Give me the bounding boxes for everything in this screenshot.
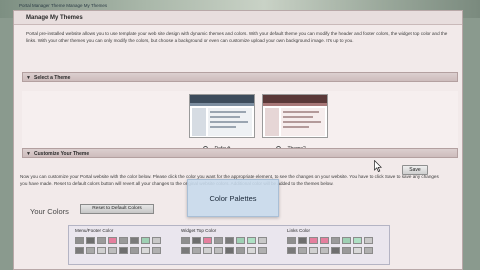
- color-swatch[interactable]: [86, 237, 95, 244]
- select-theme-label: Select a Theme: [34, 75, 71, 81]
- theme-thumbnail-theme2[interactable]: [262, 94, 328, 138]
- color-swatch[interactable]: [75, 237, 84, 244]
- color-swatch[interactable]: [320, 237, 329, 244]
- color-swatch[interactable]: [331, 237, 340, 244]
- palette-menu-footer: Menu/Footer Color: [75, 228, 163, 262]
- breadcrumb[interactable]: Portal Manager Theme Manage My Themes: [19, 3, 107, 8]
- color-swatch[interactable]: [320, 247, 329, 254]
- theme-selection-area: Default Theme2: [22, 91, 458, 155]
- swatch-row: [75, 237, 163, 244]
- theme-card-default[interactable]: Default: [189, 94, 255, 152]
- color-swatch[interactable]: [152, 237, 161, 244]
- color-swatch[interactable]: [298, 237, 307, 244]
- theme-card-theme2[interactable]: Theme2: [262, 94, 328, 152]
- color-swatch[interactable]: [225, 237, 234, 244]
- color-swatch[interactable]: [258, 247, 267, 254]
- color-swatch[interactable]: [192, 247, 201, 254]
- color-swatch[interactable]: [203, 237, 212, 244]
- intro-text: Portal pre-installed website allows you …: [26, 31, 448, 43]
- color-swatch[interactable]: [119, 247, 128, 254]
- swatch-row: [287, 247, 375, 254]
- palette-label: Links Color: [287, 228, 310, 233]
- your-colors-label: Your Colors: [30, 207, 69, 216]
- page-title-bar: Manage My Themes: [14, 11, 462, 25]
- color-swatch[interactable]: [353, 237, 362, 244]
- reset-default-colors-button[interactable]: Reset to Default Colors: [80, 204, 154, 214]
- palette-label: Menu/Footer Color: [75, 228, 114, 233]
- color-swatch[interactable]: [108, 237, 117, 244]
- select-theme-section-header[interactable]: ▼ Select a Theme: [22, 72, 458, 82]
- color-palettes-box: Menu/Footer Color Widget Top Color Links…: [68, 225, 390, 265]
- swatch-row: [181, 237, 269, 244]
- color-swatch[interactable]: [97, 237, 106, 244]
- customize-theme-label: Customize Your Theme: [34, 151, 90, 157]
- swatch-row: [75, 247, 163, 254]
- palette-links: Links Color: [287, 228, 375, 262]
- color-swatch[interactable]: [141, 237, 150, 244]
- color-swatch[interactable]: [192, 237, 201, 244]
- palette-widget-top: Widget Top Color: [181, 228, 269, 262]
- color-swatch[interactable]: [287, 237, 296, 244]
- color-swatch[interactable]: [86, 247, 95, 254]
- color-swatch[interactable]: [225, 247, 234, 254]
- color-swatch[interactable]: [309, 247, 318, 254]
- color-swatch[interactable]: [152, 247, 161, 254]
- color-swatch[interactable]: [258, 237, 267, 244]
- color-swatch[interactable]: [181, 237, 190, 244]
- mouse-cursor-icon: [374, 160, 382, 172]
- color-swatch[interactable]: [342, 237, 351, 244]
- color-swatch[interactable]: [214, 247, 223, 254]
- color-swatch[interactable]: [141, 247, 150, 254]
- save-button[interactable]: Save: [402, 165, 428, 175]
- color-swatch[interactable]: [97, 247, 106, 254]
- theme-thumbnail-default[interactable]: [189, 94, 255, 138]
- page-title: Manage My Themes: [26, 15, 83, 21]
- swatch-row: [181, 247, 269, 254]
- color-swatch[interactable]: [130, 247, 139, 254]
- customize-theme-section-header[interactable]: ▼ Customize Your Theme: [22, 148, 458, 158]
- collapse-arrow-icon[interactable]: ▼: [26, 75, 31, 81]
- color-palettes-tooltip: Color Palettes: [187, 179, 279, 217]
- color-swatch[interactable]: [236, 237, 245, 244]
- color-swatch[interactable]: [214, 237, 223, 244]
- color-swatch[interactable]: [247, 247, 256, 254]
- color-swatch[interactable]: [364, 247, 373, 254]
- color-swatch[interactable]: [119, 237, 128, 244]
- color-swatch[interactable]: [181, 247, 190, 254]
- color-swatch[interactable]: [331, 247, 340, 254]
- color-swatch[interactable]: [108, 247, 117, 254]
- color-swatch[interactable]: [342, 247, 351, 254]
- color-swatch[interactable]: [287, 247, 296, 254]
- color-swatch[interactable]: [203, 247, 212, 254]
- color-swatch[interactable]: [298, 247, 307, 254]
- color-swatch[interactable]: [236, 247, 245, 254]
- color-swatch[interactable]: [309, 237, 318, 244]
- swatch-row: [287, 237, 375, 244]
- collapse-arrow-icon[interactable]: ▼: [26, 151, 31, 157]
- color-swatch[interactable]: [364, 237, 373, 244]
- color-swatch[interactable]: [353, 247, 362, 254]
- color-swatch[interactable]: [130, 237, 139, 244]
- color-swatch[interactable]: [75, 247, 84, 254]
- tooltip-text: Color Palettes: [209, 194, 257, 203]
- palette-label: Widget Top Color: [181, 228, 217, 233]
- color-swatch[interactable]: [247, 237, 256, 244]
